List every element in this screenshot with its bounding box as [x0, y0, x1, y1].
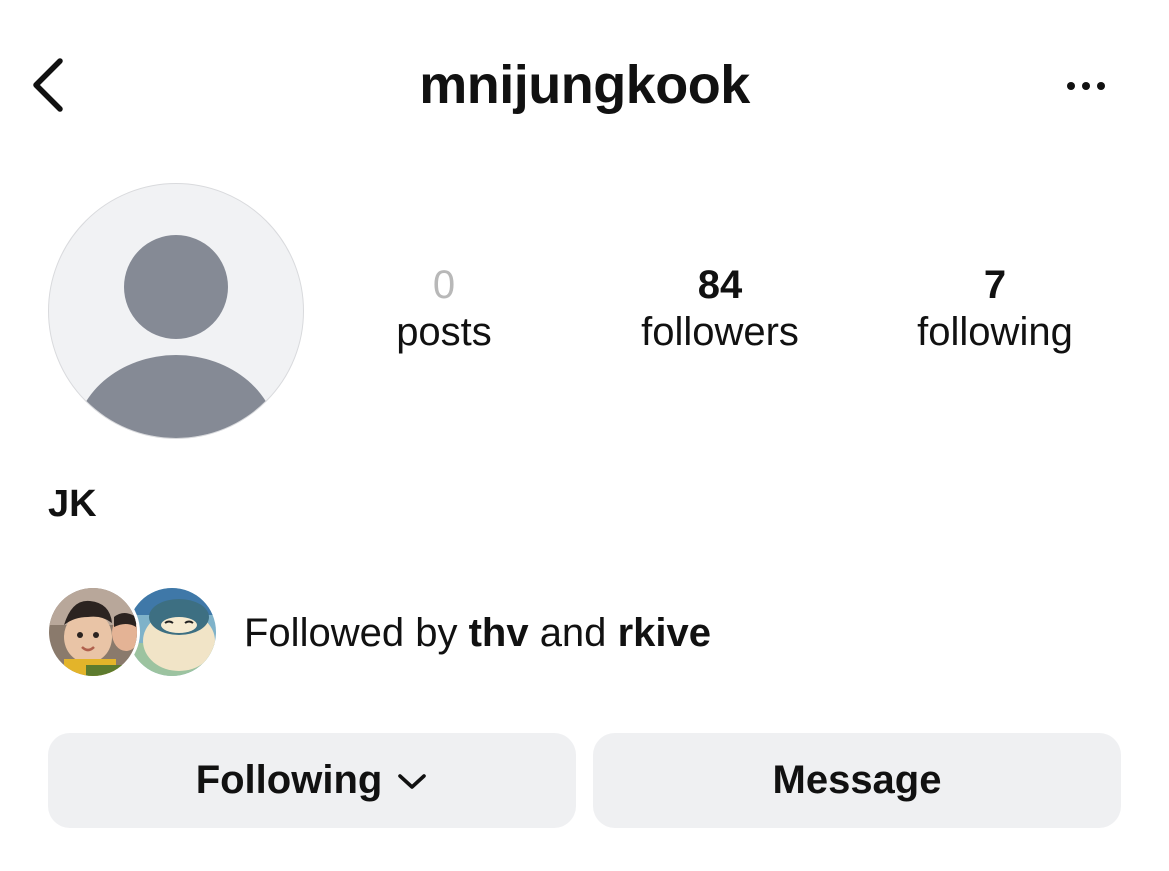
more-horizontal-icon: [1067, 82, 1105, 90]
following-count[interactable]: 7 following: [865, 262, 1125, 356]
back-button[interactable]: [22, 52, 74, 118]
mutual-photo-thv: [49, 588, 137, 676]
mutual-avatar-thv[interactable]: [46, 585, 140, 679]
default-avatar-icon: [73, 234, 278, 438]
following-button-label: Following: [195, 758, 383, 802]
more-options-button[interactable]: [1050, 60, 1122, 112]
mutual-username-rkive[interactable]: rkive: [618, 611, 711, 655]
posts-count[interactable]: 0 posts: [314, 262, 574, 356]
following-button[interactable]: Following: [48, 733, 576, 828]
mutual-username-thv[interactable]: thv: [469, 611, 529, 655]
posts-count-label: posts: [396, 310, 492, 354]
profile-avatar[interactable]: [48, 183, 304, 439]
followers-count-value: 84: [697, 263, 743, 307]
followed-by-text: Followed by thv and rkive: [244, 610, 711, 656]
posts-count-value: 0: [432, 263, 456, 307]
profile-username: mnijungkook: [419, 55, 750, 115]
chevron-left-icon: [33, 58, 63, 112]
following-count-value: 7: [983, 263, 1007, 307]
message-button[interactable]: Message: [593, 733, 1121, 828]
followers-count[interactable]: 84 followers: [590, 262, 850, 356]
profile-display-name: JK: [48, 483, 97, 525]
followed-by-prefix: Followed by: [244, 611, 458, 655]
followers-count-label: followers: [641, 310, 799, 354]
message-button-label: Message: [772, 758, 942, 802]
chevron-down-icon: [398, 773, 427, 789]
following-count-label: following: [917, 310, 1073, 354]
followed-by-joiner: and: [539, 611, 607, 655]
